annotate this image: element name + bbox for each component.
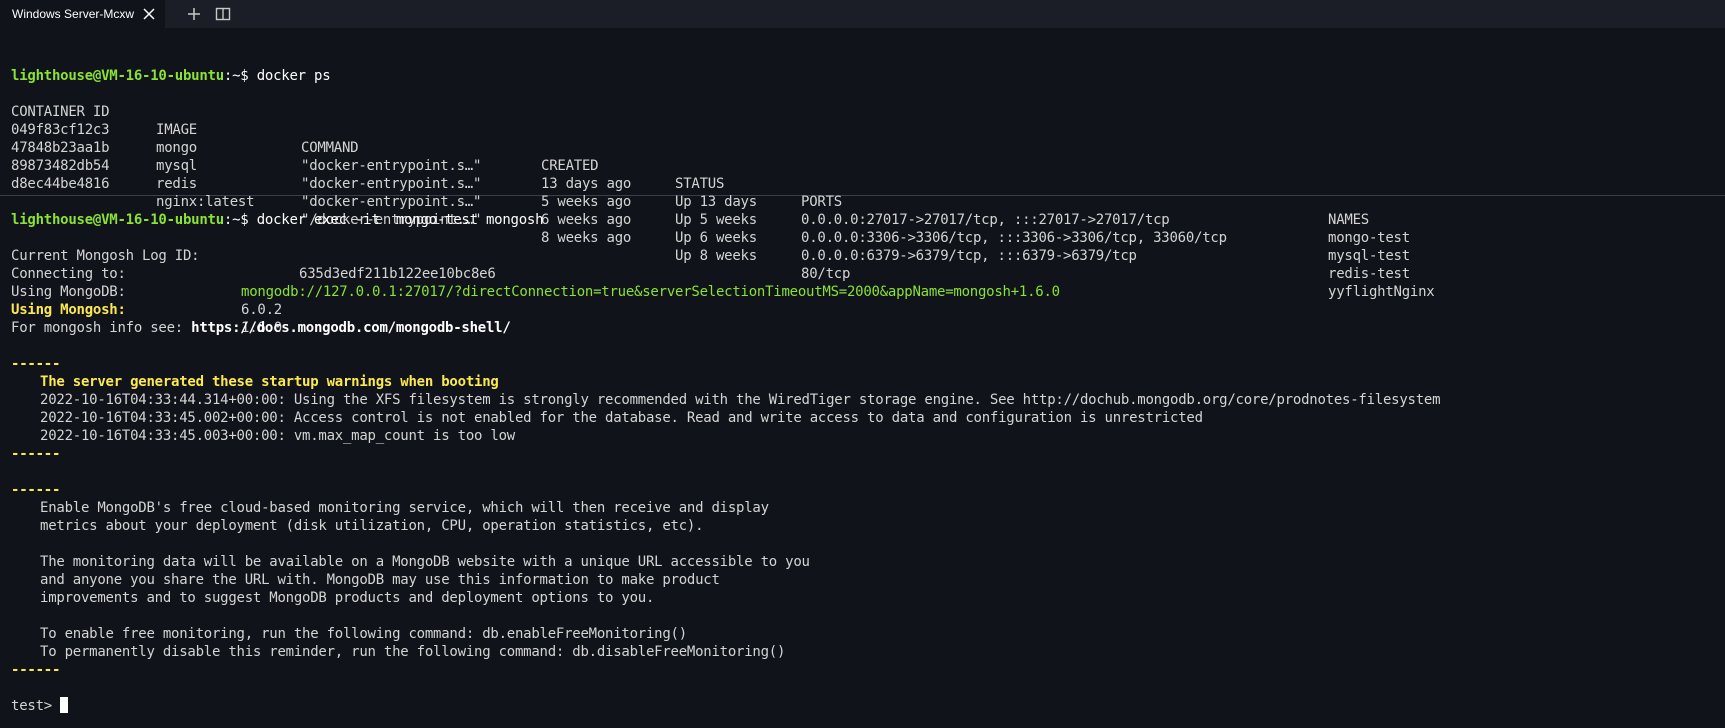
monitoring-line: metrics about your deployment (disk util… bbox=[40, 518, 704, 534]
table-header: CONTAINER ID IMAGE COMMAND CREATED STATU… bbox=[11, 104, 1369, 228]
separator: ------ bbox=[11, 446, 61, 462]
prompt-line-2: lighthouse@VM-16-10-ubuntu:~$ docker exe… bbox=[11, 212, 544, 228]
monitoring-line: To permanently disable this reminder, ru… bbox=[40, 644, 786, 660]
warning-line: 2022-10-16T04:33:45.003+00:00: vm.max_ma… bbox=[40, 428, 515, 444]
separator: ------ bbox=[11, 356, 61, 372]
table-row: d8ec44be4816 nginx:latest "/docker-entry… bbox=[11, 176, 1435, 300]
separator: ------ bbox=[11, 662, 61, 678]
table-row: 47848b23aa1b mysql "docker-entrypoint.s…… bbox=[11, 140, 1410, 264]
shell-prompt-line[interactable]: test> bbox=[11, 697, 69, 715]
terminal-output[interactable]: lighthouse@VM-16-10-ubuntu:~$ docker ps … bbox=[11, 0, 1721, 728]
monitoring-line: improvements and to suggest MongoDB prod… bbox=[40, 590, 655, 606]
warning-line: 2022-10-16T04:33:44.314+00:00: Using the… bbox=[40, 392, 1441, 408]
table-row: 89873482db54 redis "docker-entrypoint.s…… bbox=[11, 158, 1410, 282]
text-cursor bbox=[60, 697, 69, 713]
info-line: For mongosh info see: https://docs.mongo… bbox=[11, 320, 511, 336]
mongosh-version-line: Using Mongosh: 1.6.0 bbox=[11, 302, 282, 336]
separator: ------ bbox=[11, 482, 61, 498]
monitoring-line: The monitoring data will be available on… bbox=[40, 554, 810, 570]
docs-link[interactable]: https://docs.mongodb.com/mongodb-shell/ bbox=[191, 320, 511, 336]
table-row: 049f83cf12c3 mongo "docker-entrypoint.s…… bbox=[11, 122, 1410, 246]
log-id-line: Current Mongosh Log ID: 635d3edf211b122e… bbox=[11, 248, 496, 282]
prompt-line-1: lighthouse@VM-16-10-ubuntu:~$ docker ps bbox=[11, 68, 331, 84]
warning-line: 2022-10-16T04:33:45.002+00:00: Access co… bbox=[40, 410, 1203, 426]
monitoring-line: and anyone you share the URL with. Mongo… bbox=[40, 572, 720, 588]
shell-prompt: test> bbox=[11, 698, 61, 714]
monitoring-line: To enable free monitoring, run the follo… bbox=[40, 626, 687, 642]
connecting-line: Connecting to: mongodb://127.0.0.1:27017… bbox=[11, 266, 1060, 300]
monitoring-line: Enable MongoDB's free cloud-based monito… bbox=[40, 500, 769, 516]
mongodb-version-line: Using MongoDB: 6.0.2 bbox=[11, 284, 282, 318]
warnings-heading: The server generated these startup warni… bbox=[40, 374, 499, 390]
